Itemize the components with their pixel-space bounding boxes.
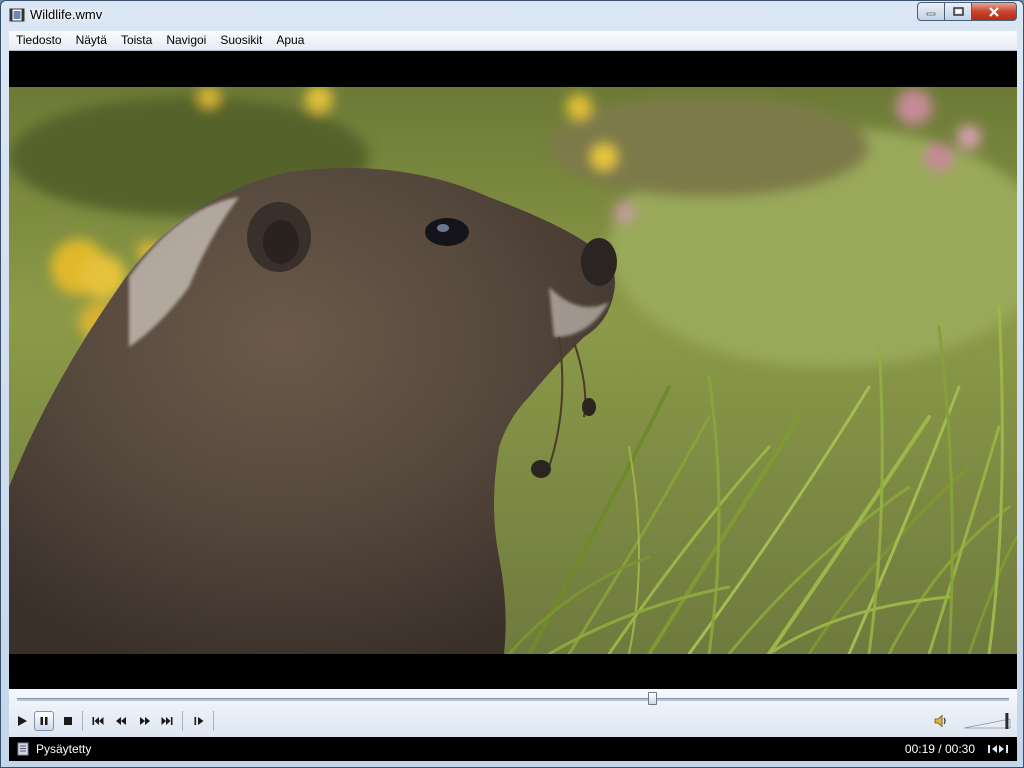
video-file-icon <box>9 8 25 22</box>
switch-to-library-icon[interactable] <box>987 742 1009 756</box>
rewind-icon <box>116 717 126 725</box>
seek-bar[interactable] <box>17 698 1009 701</box>
separator <box>182 711 183 731</box>
status-bar: Pysäytetty 00:19 / 00:30 <box>9 737 1017 761</box>
frame-step-button[interactable] <box>189 711 209 731</box>
restore-button[interactable] <box>944 2 971 21</box>
next-button[interactable] <box>157 711 177 731</box>
menu-play[interactable]: Toista <box>114 31 159 50</box>
pause-icon <box>40 717 48 725</box>
time-readout: 00:19 / 00:30 <box>905 742 975 756</box>
playback-controls <box>9 689 1017 737</box>
current-time: 00:19 <box>904 742 935 756</box>
skip-back-icon <box>92 717 104 725</box>
close-icon <box>989 6 999 17</box>
separator <box>82 711 83 731</box>
pause-button[interactable] <box>34 711 54 731</box>
menu-navigate[interactable]: Navigoi <box>159 31 213 50</box>
stop-icon <box>64 717 72 725</box>
speaker-icon <box>934 714 946 728</box>
player-window: Wildlife.wmv Tiedosto Näytä Toista Navig… <box>0 0 1024 768</box>
close-button[interactable] <box>971 2 1017 21</box>
total-time: 00:30 <box>944 742 975 756</box>
caption-buttons <box>917 2 1017 22</box>
menu-favorites[interactable]: Suosikit <box>213 31 269 50</box>
menu-file[interactable]: Tiedosto <box>9 31 69 50</box>
stop-button[interactable] <box>58 711 78 731</box>
window-title: Wildlife.wmv <box>30 7 103 22</box>
play-button[interactable] <box>12 711 32 731</box>
fast-forward-button[interactable] <box>135 711 155 731</box>
menu-view[interactable]: Näytä <box>69 31 114 50</box>
rewind-button[interactable] <box>111 711 131 731</box>
video-frame[interactable] <box>9 87 1017 654</box>
play-icon <box>18 716 27 726</box>
minimize-button[interactable] <box>917 2 944 21</box>
title-bar[interactable]: Wildlife.wmv <box>1 1 1023 29</box>
fast-forward-icon <box>140 717 150 725</box>
minimize-icon <box>926 12 936 15</box>
menu-help[interactable]: Apua <box>269 31 311 50</box>
playback-status: Pysäytetty <box>36 742 92 756</box>
volume-thumb[interactable] <box>1005 713 1009 729</box>
previous-button[interactable] <box>88 711 108 731</box>
menu-bar: Tiedosto Näytä Toista Navigoi Suosikit A… <box>9 31 1017 51</box>
video-area[interactable] <box>9 51 1017 689</box>
restore-icon <box>952 7 964 16</box>
skip-forward-icon <box>161 717 173 725</box>
frame-step-icon <box>194 717 204 725</box>
separator <box>213 711 214 731</box>
seek-thumb[interactable] <box>648 692 658 705</box>
document-icon <box>17 742 29 756</box>
time-separator: / <box>934 742 945 756</box>
volume-slider[interactable] <box>964 713 1012 729</box>
mute-button[interactable] <box>931 711 951 731</box>
